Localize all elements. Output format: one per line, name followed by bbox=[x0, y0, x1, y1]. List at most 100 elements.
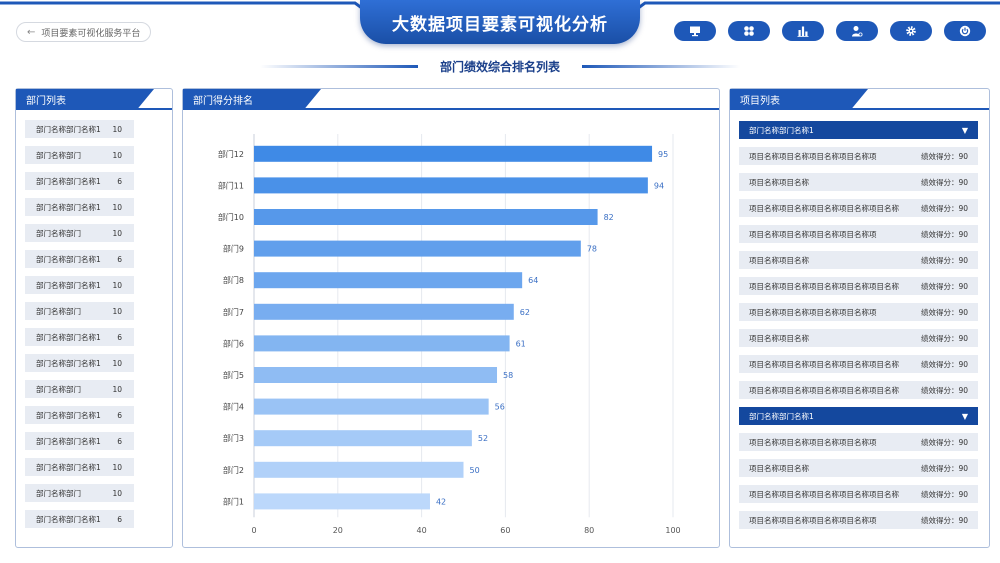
project-list-item[interactable]: 项目名称项目名称项目名称项目名称项目名称 绩效得分：90 bbox=[739, 381, 978, 399]
bar[interactable] bbox=[254, 303, 514, 320]
dept-count: 10 bbox=[112, 384, 122, 394]
project-score: 绩效得分：90 bbox=[920, 359, 968, 369]
dept-list-item[interactable]: 部门名称部门名称1 6 bbox=[25, 406, 134, 424]
dept-list-item[interactable]: 部门名称部门名称1 10 bbox=[25, 198, 134, 216]
project-panel: 项目列表 部门名称部门名称1 ▼ 项目名称项目名称项目名称项目名称项 绩效得分：90 项… bbox=[729, 88, 990, 548]
project-list-item[interactable]: 项目名称项目名称项目名称项目名称项目名称 绩效得分：90 bbox=[739, 355, 978, 373]
bar[interactable] bbox=[254, 398, 489, 415]
bar[interactable] bbox=[254, 240, 581, 257]
bar[interactable] bbox=[254, 272, 523, 289]
settings-button[interactable] bbox=[890, 21, 932, 41]
project-name: 项目名称项目名称 bbox=[749, 463, 809, 473]
dept-name: 部门名称部门 bbox=[36, 150, 81, 160]
dept-list-item[interactable]: 部门名称部门 10 bbox=[25, 224, 134, 242]
project-list-item[interactable]: 项目名称项目名称 绩效得分：90 bbox=[739, 173, 978, 191]
bar[interactable] bbox=[254, 209, 598, 225]
dept-count: 10 bbox=[112, 306, 122, 316]
dept-list-item[interactable]: 部门名称部门 10 bbox=[25, 484, 134, 502]
value-label: 58 bbox=[503, 371, 513, 380]
category-label: 部门2 bbox=[223, 465, 244, 475]
project-name: 项目名称项目名称项目名称项目名称项目名称 bbox=[749, 359, 899, 369]
x-tick-label: 80 bbox=[584, 526, 594, 535]
toolbar bbox=[674, 21, 986, 41]
monitor-button[interactable] bbox=[674, 21, 716, 41]
power-button[interactable] bbox=[944, 21, 986, 41]
project-group-header[interactable]: 部门名称部门名称1 ▼ bbox=[739, 121, 978, 139]
dept-list-item[interactable]: 部门名称部门名称1 10 bbox=[25, 120, 134, 138]
dept-count: 10 bbox=[112, 358, 122, 368]
project-name: 项目名称项目名称 bbox=[749, 177, 809, 187]
project-name: 项目名称项目名称项目名称项目名称项目名称 bbox=[749, 203, 899, 213]
dept-list-item[interactable]: 部门名称部门 10 bbox=[25, 380, 134, 398]
project-list-item[interactable]: 项目名称项目名称项目名称项目名称项 绩效得分：90 bbox=[739, 147, 978, 165]
dept-score-chart: 0 20 40 60 80 100 部门12 95 部门11 94 部门10 82 部门9 78 部门8 64… bbox=[218, 134, 681, 535]
bar[interactable] bbox=[254, 145, 653, 162]
category-label: 部门9 bbox=[223, 244, 244, 254]
project-group-header[interactable]: 部门名称部门名称1 ▼ bbox=[739, 407, 978, 425]
dept-count: 10 bbox=[112, 202, 122, 212]
section-title-line-right bbox=[582, 65, 740, 68]
category-label: 部门7 bbox=[223, 307, 244, 317]
project-score: 绩效得分：90 bbox=[920, 385, 968, 395]
caret-down-icon: ▼ bbox=[961, 411, 968, 421]
dept-name: 部门名称部门名称1 bbox=[36, 124, 101, 134]
dept-name: 部门名称部门名称1 bbox=[36, 358, 101, 368]
project-score: 绩效得分：90 bbox=[920, 177, 968, 187]
dept-count: 10 bbox=[112, 488, 122, 498]
dept-name: 部门名称部门名称1 bbox=[36, 514, 101, 524]
bar[interactable] bbox=[254, 493, 430, 510]
x-tick-label: 100 bbox=[665, 526, 680, 535]
bar[interactable] bbox=[254, 367, 498, 383]
x-tick-label: 40 bbox=[417, 526, 427, 535]
dept-name: 部门名称部门 bbox=[36, 488, 81, 498]
project-name: 项目名称项目名称项目名称项目名称项目名称 bbox=[749, 281, 899, 291]
dept-list-item[interactable]: 部门名称部门名称1 10 bbox=[25, 276, 134, 294]
project-list-item[interactable]: 项目名称项目名称项目名称项目名称项目名称 绩效得分：90 bbox=[739, 485, 978, 503]
value-label: 94 bbox=[654, 181, 664, 190]
project-list-item[interactable]: 项目名称项目名称项目名称项目名称项 绩效得分：90 bbox=[739, 433, 978, 451]
dept-name: 部门名称部门 bbox=[36, 228, 81, 238]
dept-list-item[interactable]: 部门名称部门名称1 6 bbox=[25, 328, 134, 346]
bar[interactable] bbox=[254, 461, 464, 478]
project-name: 项目名称项目名称项目名称项目名称项 bbox=[749, 437, 877, 447]
dept-list-item[interactable]: 部门名称部门名称1 10 bbox=[25, 354, 134, 372]
dept-list-item[interactable]: 部门名称部门 10 bbox=[25, 146, 134, 164]
dept-count: 10 bbox=[112, 124, 122, 134]
dept-list-item[interactable]: 部门名称部门名称1 10 bbox=[25, 458, 134, 476]
value-label: 64 bbox=[528, 276, 538, 285]
project-list-item[interactable]: 项目名称项目名称 绩效得分：90 bbox=[739, 329, 978, 347]
dept-list-item[interactable]: 部门名称部门名称1 6 bbox=[25, 510, 134, 528]
dept-list-item[interactable]: 部门名称部门名称1 6 bbox=[25, 250, 134, 268]
project-list-item[interactable]: 项目名称项目名称项目名称项目名称项目名称 绩效得分：90 bbox=[739, 199, 978, 217]
value-label: 56 bbox=[495, 403, 505, 412]
back-button[interactable]: ← 项目要素可视化服务平台 bbox=[16, 22, 152, 42]
project-list-item[interactable]: 项目名称项目名称 绩效得分：90 bbox=[739, 251, 978, 269]
project-list-item[interactable]: 项目名称项目名称项目名称项目名称项 绩效得分：90 bbox=[739, 303, 978, 321]
user-button[interactable] bbox=[836, 21, 878, 41]
dept-count: 10 bbox=[112, 228, 122, 238]
x-tick-label: 0 bbox=[251, 526, 256, 535]
dept-name: 部门名称部门 bbox=[36, 306, 81, 316]
dept-name: 部门名称部门名称1 bbox=[36, 410, 101, 420]
bar[interactable] bbox=[254, 177, 648, 194]
dept-list-item[interactable]: 部门名称部门名称1 6 bbox=[25, 432, 134, 450]
dept-count: 6 bbox=[117, 176, 122, 186]
project-name: 项目名称项目名称项目名称项目名称项 bbox=[749, 307, 877, 317]
apps-button[interactable] bbox=[728, 21, 770, 41]
value-label: 52 bbox=[478, 434, 488, 443]
value-label: 50 bbox=[470, 466, 480, 475]
project-list-item[interactable]: 项目名称项目名称项目名称项目名称项目名称 绩效得分：90 bbox=[739, 277, 978, 295]
bar[interactable] bbox=[254, 335, 510, 352]
project-list-item[interactable]: 项目名称项目名称项目名称项目名称项 绩效得分：90 bbox=[739, 225, 978, 243]
value-label: 62 bbox=[520, 308, 530, 317]
bar[interactable] bbox=[254, 430, 472, 447]
project-list-item[interactable]: 项目名称项目名称项目名称项目名称项 绩效得分：90 bbox=[739, 511, 978, 529]
project-list-item[interactable]: 项目名称项目名称 绩效得分：90 bbox=[739, 459, 978, 477]
arrow-left-icon: ← bbox=[27, 26, 36, 38]
project-score: 绩效得分：90 bbox=[920, 229, 968, 239]
bar-chart-button[interactable] bbox=[782, 21, 824, 41]
project-name: 项目名称项目名称 bbox=[749, 333, 809, 343]
value-label: 78 bbox=[587, 245, 597, 254]
dept-list-item[interactable]: 部门名称部门名称1 6 bbox=[25, 172, 134, 190]
dept-list-item[interactable]: 部门名称部门 10 bbox=[25, 302, 134, 320]
